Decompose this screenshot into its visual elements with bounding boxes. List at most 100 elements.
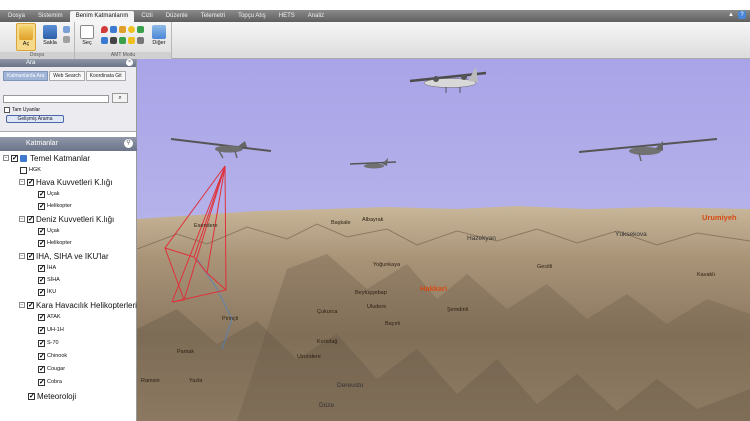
place-label[interactable]: Pirinçli [222, 316, 238, 322]
arrow-icon[interactable] [137, 26, 144, 33]
collapse-ribbon-icon[interactable]: ▲ [727, 11, 735, 19]
search-input[interactable] [3, 95, 109, 103]
tab-goto-coordinate[interactable]: Koordinata Git [85, 71, 126, 81]
ribbon: Aç Sakla Dosya Seç Diğer AMT Modu [0, 22, 750, 59]
collapse-icon[interactable]: − [19, 253, 25, 259]
layer-checkbox[interactable] [11, 154, 18, 162]
line-icon[interactable] [101, 37, 108, 44]
layer-checkbox[interactable] [38, 264, 45, 272]
collapse-icon[interactable]: − [3, 155, 9, 161]
layer-checkbox[interactable] [20, 166, 27, 174]
place-label[interactable]: Albayrak [362, 217, 383, 223]
layer-checkbox[interactable] [38, 239, 45, 247]
place-label[interactable]: Gecitli [537, 264, 552, 270]
place-label[interactable]: Çukurca [317, 309, 337, 315]
place-label[interactable]: Kırıkdağ [317, 339, 337, 345]
ellipse-icon[interactable] [128, 37, 135, 44]
place-label[interactable]: Şemdinli [447, 307, 468, 313]
place-label[interactable]: Dereustu [337, 382, 363, 389]
tab-cizli[interactable]: Cizli [135, 11, 158, 21]
other-button[interactable]: Diğer [149, 23, 169, 51]
layer-checkbox[interactable] [38, 313, 45, 321]
place-label[interactable]: Uzundere [297, 354, 321, 360]
place-label[interactable]: Ramsin [141, 378, 160, 384]
save-as-icon[interactable] [63, 26, 70, 33]
exact-match-checkbox[interactable] [4, 107, 10, 113]
layer-checkbox[interactable] [38, 339, 45, 347]
folder-open-icon [19, 26, 33, 40]
polyline-icon[interactable] [110, 26, 117, 33]
tab-hets[interactable]: HETS [273, 11, 301, 21]
group-label-amt: AMT Modu [75, 52, 171, 59]
layer-label: UH-1H [47, 327, 64, 333]
marker-icon[interactable] [101, 26, 108, 33]
layer-checkbox[interactable] [28, 392, 35, 400]
layer-checkbox[interactable] [38, 202, 45, 210]
tab-web-search[interactable]: Web Search [49, 71, 85, 81]
tab-telemetri[interactable]: Telemetri [195, 11, 231, 21]
place-label[interactable]: Yazla [189, 378, 202, 384]
drone-3[interactable] [578, 138, 718, 162]
map-viewport[interactable]: Hakkari Urumiyeh Hazekyan Yüksekova Dere… [137, 59, 750, 421]
place-label[interactable]: Uludere [367, 304, 386, 310]
layer-checkbox[interactable] [27, 301, 34, 309]
layer-checkbox[interactable] [38, 288, 45, 296]
search-icon: ⌕ [118, 95, 122, 101]
measure-icon[interactable] [119, 37, 126, 44]
tab-analiz[interactable]: Analiz [302, 11, 330, 21]
search-button[interactable]: ⌕ [112, 93, 128, 103]
circle-icon[interactable] [128, 26, 135, 33]
save-button[interactable]: Sakla [40, 23, 60, 51]
drone-2[interactable] [349, 158, 397, 169]
layer-node-root: − Temel Katmanlar [3, 153, 90, 163]
layer-checkbox[interactable] [38, 326, 45, 334]
layer-checkbox[interactable] [38, 352, 45, 360]
grid-icon[interactable] [137, 37, 144, 44]
tab-benim-katmanlarim[interactable]: Benim Katmanlarım [69, 11, 135, 22]
place-label[interactable]: Beytüşşebap [355, 290, 387, 296]
plane[interactable] [409, 67, 487, 93]
tab-dosya[interactable]: Dosya [2, 11, 31, 21]
layer-checkbox[interactable] [27, 252, 34, 260]
select-button[interactable]: Seç [77, 23, 97, 51]
drone-1[interactable] [170, 138, 272, 159]
layer-label: Uçak [47, 228, 60, 234]
collapse-icon[interactable]: − [19, 216, 25, 222]
close-icon[interactable]: × [126, 59, 133, 66]
pin-icon[interactable]: ⚲ [124, 139, 133, 148]
layer-checkbox[interactable] [27, 178, 34, 186]
collapse-icon[interactable]: − [19, 179, 25, 185]
tab-sistemim[interactable]: Sistemim [32, 11, 69, 21]
search-panel: Katmanlarda Ara Web Search Koordinata Gi… [0, 67, 136, 132]
place-label[interactable]: Kavaklı [697, 272, 715, 278]
layer-checkbox[interactable] [38, 227, 45, 235]
collapse-icon[interactable]: − [19, 302, 25, 308]
layer-label: HGK [29, 167, 41, 173]
place-label[interactable]: Yoğunkaya [373, 262, 400, 268]
place-label[interactable]: Hazekyan [467, 235, 496, 242]
layer-checkbox[interactable] [38, 378, 45, 386]
layer-node: Uçak [38, 189, 60, 199]
place-label[interactable]: Pamak [177, 349, 194, 355]
layer-checkbox[interactable] [27, 215, 34, 223]
place-label[interactable]: Düze [319, 402, 334, 409]
layer-checkbox[interactable] [38, 365, 45, 373]
tab-duzenle[interactable]: Düzenle [160, 11, 194, 21]
place-label[interactable]: Urumiyeh [702, 213, 737, 222]
layer-label: Helikopter [47, 203, 72, 209]
layer-checkbox[interactable] [38, 190, 45, 198]
place-label[interactable]: Başkale [331, 220, 351, 226]
text-tool-icon[interactable] [110, 37, 117, 44]
tab-topcu-atis[interactable]: Topçu Atış [232, 11, 272, 21]
place-label[interactable]: Yüksekova [615, 231, 647, 238]
place-label[interactable]: Bayırlı [385, 321, 401, 327]
layer-checkbox[interactable] [38, 276, 45, 284]
place-label[interactable]: Hakkari [420, 284, 447, 293]
tab-search-layers[interactable]: Katmanlarda Ara [3, 71, 49, 81]
export-icon[interactable] [63, 36, 70, 43]
place-label[interactable]: Esendere [194, 223, 218, 229]
advanced-search-button[interactable]: Gelişmiş Arama [6, 115, 64, 123]
polygon-icon[interactable] [119, 26, 126, 33]
open-button[interactable]: Aç [16, 23, 36, 51]
help-icon[interactable]: ? [738, 11, 746, 19]
